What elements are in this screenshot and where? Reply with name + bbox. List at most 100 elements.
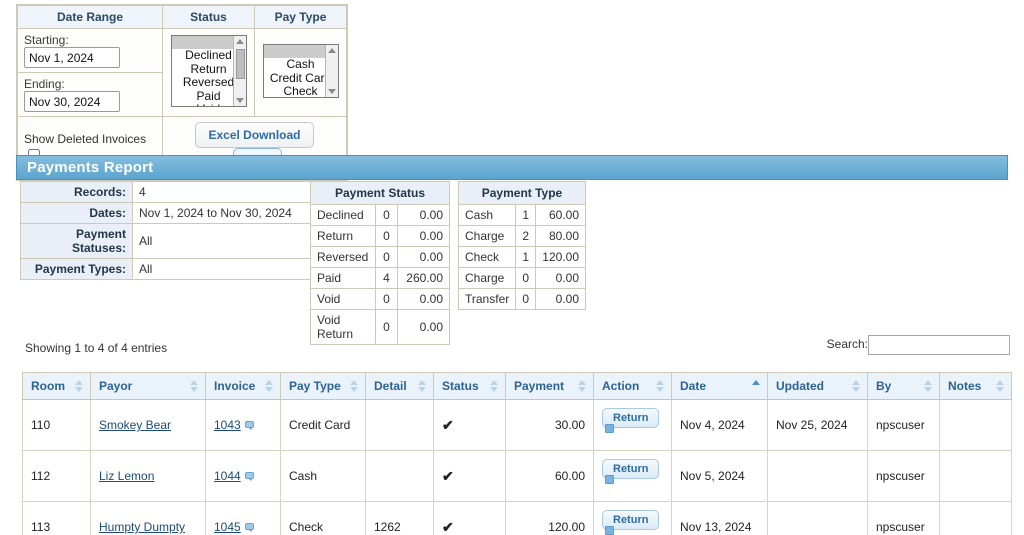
cell-room: 113 bbox=[22, 501, 91, 535]
meta-row-payment-statuses: Payment Statuses: All bbox=[20, 223, 316, 259]
type-amount: 60.00 bbox=[535, 204, 586, 226]
column-label: Action bbox=[602, 379, 640, 393]
cell-action: Return bbox=[593, 450, 672, 502]
cell-date: Nov 13, 2024 bbox=[671, 501, 768, 535]
scroll-up-icon[interactable] bbox=[235, 39, 244, 44]
filter-header-date-range: Date Range bbox=[17, 5, 163, 29]
scroll-up-icon[interactable] bbox=[327, 48, 336, 53]
column-label: Payor bbox=[99, 379, 133, 393]
status-amount: 0.00 bbox=[397, 204, 450, 226]
payments-data-table: Room Payor Invoice Pay Type Detail Statu… bbox=[22, 372, 1012, 535]
ending-date-cell: Ending: bbox=[17, 72, 163, 117]
sort-icon[interactable] bbox=[852, 380, 860, 392]
cell-updated: Nov 25, 2024 bbox=[767, 399, 868, 451]
column-header-action[interactable]: Action bbox=[593, 372, 672, 400]
comment-bubble-icon[interactable] bbox=[244, 421, 254, 430]
show-deleted-label: Show Deleted Invoices bbox=[24, 132, 147, 146]
status-filter-cell: Declined Return Reversed Paid Void bbox=[162, 28, 255, 117]
entries-info: Showing 1 to 4 of 4 entries bbox=[25, 341, 168, 355]
cell-notes bbox=[939, 399, 1012, 451]
payment-status-row: Return 0 0.00 bbox=[310, 225, 450, 247]
cell-status: ✔ bbox=[433, 399, 506, 451]
note-icon[interactable] bbox=[605, 424, 614, 433]
invoice-link[interactable]: 1045 bbox=[214, 520, 241, 534]
cell-payor: Humpty Dumpty bbox=[90, 501, 206, 535]
column-header-status[interactable]: Status bbox=[433, 372, 506, 400]
type-count: 1 bbox=[515, 246, 537, 268]
sort-icon[interactable] bbox=[656, 380, 664, 392]
ending-date-input[interactable] bbox=[24, 91, 120, 112]
type-name: Charge bbox=[457, 267, 517, 289]
status-count: 0 bbox=[375, 288, 398, 310]
column-header-by[interactable]: By bbox=[867, 372, 940, 400]
column-header-updated[interactable]: Updated bbox=[767, 372, 868, 400]
payment-status-summary-table: Payment Status Declined 0 0.00 Return 0 … bbox=[310, 181, 450, 345]
column-header-detail[interactable]: Detail bbox=[365, 372, 434, 400]
starting-date-input[interactable] bbox=[24, 47, 120, 68]
column-header-invoice[interactable]: Invoice bbox=[205, 372, 281, 400]
invoice-link[interactable]: 1044 bbox=[214, 469, 241, 483]
sort-icon[interactable] bbox=[75, 380, 83, 392]
sort-icon[interactable] bbox=[490, 380, 498, 392]
payor-link[interactable]: Liz Lemon bbox=[99, 469, 154, 483]
type-amount: 120.00 bbox=[535, 246, 586, 268]
cell-action: Return bbox=[593, 399, 672, 451]
payment-status-row: Void Return 0 0.00 bbox=[310, 309, 450, 345]
status-amount: 0.00 bbox=[397, 246, 450, 268]
report-meta-table: Records: 4 Dates: Nov 1, 2024 to Nov 30,… bbox=[20, 181, 316, 280]
payment-type-row: Transfer 0 0.00 bbox=[457, 288, 586, 310]
comment-bubble-icon[interactable] bbox=[244, 523, 254, 532]
cell-payment: 30.00 bbox=[505, 399, 594, 451]
sort-icon[interactable] bbox=[996, 380, 1004, 392]
payor-link[interactable]: Humpty Dumpty bbox=[99, 520, 185, 534]
meta-label-payment-types: Payment Types: bbox=[20, 258, 133, 280]
sort-icon[interactable] bbox=[578, 380, 586, 392]
scroll-down-icon[interactable] bbox=[327, 89, 336, 94]
meta-label-dates: Dates: bbox=[20, 202, 133, 224]
note-icon[interactable] bbox=[605, 526, 614, 535]
column-header-payor[interactable]: Payor bbox=[90, 372, 206, 400]
table-header-row: Room Payor Invoice Pay Type Detail Statu… bbox=[22, 372, 1012, 400]
cell-invoice: 1044 bbox=[205, 450, 281, 502]
scrollbar-thumb[interactable] bbox=[235, 49, 245, 79]
column-label: Pay Type bbox=[289, 379, 341, 393]
comment-bubble-icon[interactable] bbox=[244, 472, 254, 481]
column-header-notes[interactable]: Notes bbox=[939, 372, 1012, 400]
cell-detail bbox=[365, 399, 434, 451]
sort-icon[interactable] bbox=[924, 380, 932, 392]
ending-date-label: Ending: bbox=[24, 77, 65, 91]
cell-notes bbox=[939, 501, 1012, 535]
scroll-down-icon[interactable] bbox=[235, 98, 244, 103]
note-icon[interactable] bbox=[605, 475, 614, 484]
status-listbox[interactable]: Declined Return Reversed Paid Void bbox=[170, 35, 247, 107]
invoice-link[interactable]: 1043 bbox=[214, 418, 241, 432]
status-amount: 0.00 bbox=[397, 225, 450, 247]
sort-icon[interactable] bbox=[350, 380, 358, 392]
column-label: Updated bbox=[776, 379, 824, 393]
pay-type-listbox[interactable]: Cash Credit Card Check bbox=[262, 44, 339, 98]
pay-type-listbox-scrollbar[interactable] bbox=[324, 45, 338, 97]
column-header-pay-type[interactable]: Pay Type bbox=[280, 372, 366, 400]
column-header-room[interactable]: Room bbox=[22, 372, 91, 400]
excel-download-button[interactable]: Excel Download bbox=[195, 122, 314, 148]
column-header-date[interactable]: Date bbox=[671, 372, 768, 400]
sort-icon[interactable] bbox=[190, 380, 198, 392]
status-listbox-scrollbar[interactable] bbox=[232, 36, 246, 106]
cell-date: Nov 4, 2024 bbox=[671, 399, 768, 451]
search-input[interactable] bbox=[868, 335, 1010, 355]
cell-action: Return bbox=[593, 501, 672, 535]
cell-pay-type: Cash bbox=[280, 450, 366, 502]
payments-report-page: Date Range Status Pay Type Starting: Dec… bbox=[0, 0, 1024, 535]
sort-icon[interactable] bbox=[418, 380, 426, 392]
sort-icon[interactable] bbox=[265, 380, 273, 392]
column-header-payment[interactable]: Payment bbox=[505, 372, 594, 400]
cell-pay-type: Credit Card bbox=[280, 399, 366, 451]
column-label: By bbox=[876, 379, 892, 393]
pay-type-filter-cell: Cash Credit Card Check bbox=[254, 28, 347, 117]
cell-pay-type: Check bbox=[280, 501, 366, 535]
payment-type-row: Charge 2 80.00 bbox=[457, 225, 586, 247]
payment-type-summary-title: Payment Type bbox=[458, 181, 586, 205]
column-label: Room bbox=[31, 379, 65, 393]
payor-link[interactable]: Smokey Bear bbox=[99, 418, 171, 432]
sort-icon-active[interactable] bbox=[752, 380, 760, 392]
